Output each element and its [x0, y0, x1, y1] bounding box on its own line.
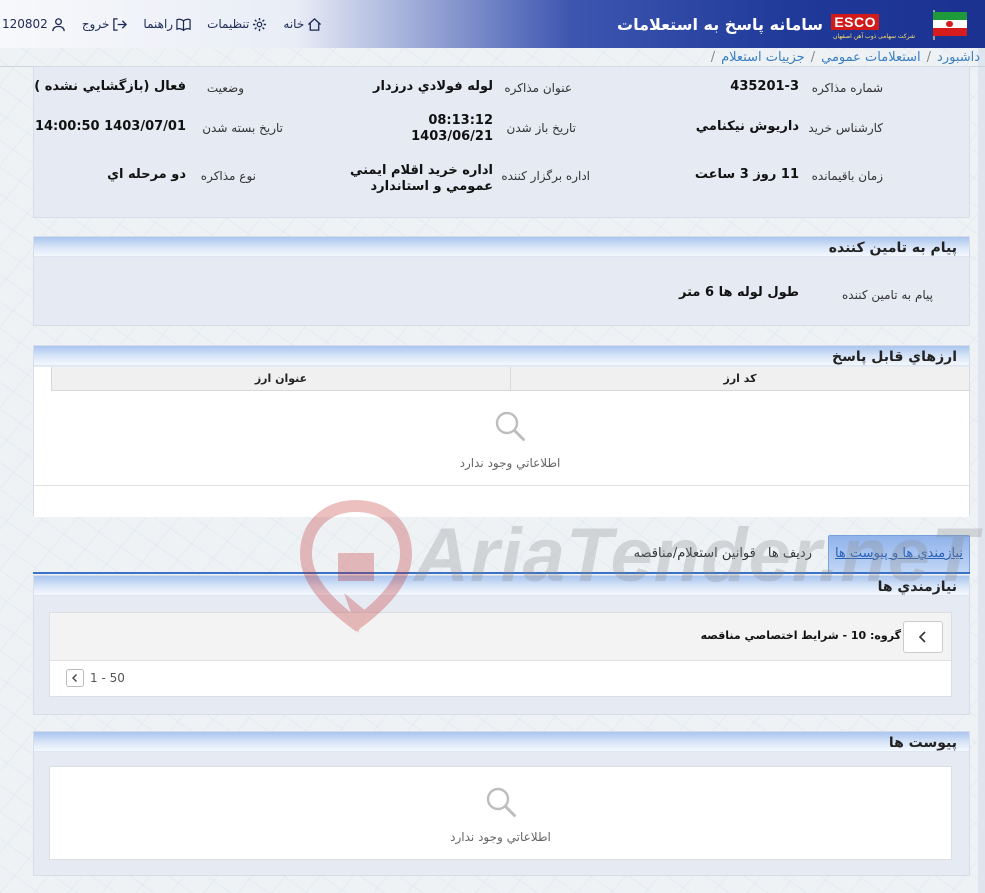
- table-header: كد ارز عنوان ارز: [51, 367, 969, 391]
- negotiation-title-value: لوله فولادي درزدار: [372, 79, 493, 94]
- panel-title: پيوست ها: [34, 732, 969, 752]
- tab-inquiry-rules[interactable]: قوانين استعلام/مناقصه: [628, 535, 762, 573]
- details-row: كارشناس خريد داريوش نيكنامي تاريخ باز شد…: [32, 113, 969, 155]
- home-label: خانه: [283, 17, 305, 31]
- open-date-label: تاريخ باز شدن: [506, 121, 576, 135]
- group-row[interactable]: گروه: 10 - شرايط اختصاصي مناقصه: [50, 613, 951, 661]
- open-date-value: 1403/06/21: [411, 129, 493, 144]
- organizer-value-line1: اداره خريد اقلام ايمني: [349, 163, 493, 178]
- company-logo-subtitle: شرکت سهامی ذوب آهن اصفهان: [833, 33, 915, 40]
- user-account[interactable]: 120802: [0, 17, 72, 32]
- pager-range: 1 - 50: [90, 671, 125, 685]
- attachments-list: اطلاعاتي وجود ندارد: [49, 766, 952, 860]
- negotiation-type-label: نوع مذاكره: [200, 169, 256, 183]
- breadcrumb-separator: /: [810, 49, 816, 65]
- header-nav: 120802 خروج راهنما تنظیمات خانه: [0, 0, 328, 48]
- currencies-panel: ارزهاي قابل پاسخ كد ارز عنوان ارز اطلاعا…: [33, 345, 970, 517]
- negotiation-type-value: دو مرحله اي: [107, 167, 186, 182]
- requirements-grid: گروه: 10 - شرايط اختصاصي مناقصه 1 - 50: [49, 612, 952, 697]
- supplier-message-value: طول لوله ها 6 متر: [679, 285, 799, 300]
- column-header-currency-code[interactable]: كد ارز: [510, 367, 969, 390]
- open-time-value: 08:13:12: [428, 113, 493, 128]
- book-icon: [176, 18, 191, 31]
- organizer-value-line2: عمومي و استاندارد: [370, 179, 493, 194]
- organizer-label: اداره برگزار كننده: [501, 169, 590, 183]
- pager-prev-button[interactable]: [66, 669, 84, 687]
- empty-state: اطلاعاتي وجود ندارد: [51, 391, 969, 485]
- details-row: شماره مذاکره 435201-3 عنوان مذاكره لوله …: [32, 75, 969, 115]
- currencies-table: كد ارز عنوان ارز اطلاعاتي وجود ندارد: [34, 367, 969, 517]
- negotiation-number-value: 435201-3: [730, 79, 799, 94]
- table-footer: [34, 485, 969, 517]
- breadcrumb: ه داشبورد / استعلامات عمومي / جزييات است…: [0, 48, 985, 66]
- expand-group-button[interactable]: [903, 621, 943, 653]
- details-row: زمان باقيمانده 11 روز 3 ساعت اداره برگزا…: [32, 161, 969, 201]
- help-label: راهنما: [143, 17, 174, 31]
- supplier-message-panel: پيام به تامين كننده پيام به تامين كننده …: [33, 236, 970, 326]
- close-date-value: 1403/07/01 14:00:50: [34, 119, 186, 134]
- buyer-expert-label: كارشناس خريد: [808, 121, 883, 135]
- flag-icon: [933, 12, 967, 36]
- search-icon: [495, 411, 525, 441]
- user-icon: [52, 17, 65, 31]
- app-header: 120802 خروج راهنما تنظیمات خانه سامانه پ…: [0, 0, 985, 48]
- logout-button[interactable]: خروج: [76, 17, 134, 32]
- requirements-panel: نيازمندي ها گروه: 10 - شرايط اختصاصي منا…: [33, 575, 970, 715]
- brand-area: سامانه پاسخ به استعلامات ESCO شرکت سهامی…: [617, 0, 985, 48]
- settings-label: تنظیمات: [207, 17, 250, 31]
- chevron-left-icon: [918, 631, 926, 643]
- company-logo: ESCO: [831, 14, 879, 30]
- status-label: وضعيت: [206, 81, 244, 95]
- group-label: گروه: 10 - شرايط اختصاصي مناقصه: [700, 629, 901, 642]
- logout-icon: [113, 17, 128, 31]
- tab-requirements-attachments[interactable]: نيازمندي ها و پيوست ها: [827, 535, 970, 573]
- tab-rows[interactable]: رديف ها: [762, 535, 818, 573]
- remaining-time-value: 11 روز 3 ساعت: [694, 167, 799, 182]
- user-id-label: 120802: [2, 17, 48, 31]
- logout-label: خروج: [81, 17, 110, 31]
- attachments-panel: پيوست ها اطلاعاتي وجود ندارد: [33, 731, 970, 876]
- breadcrumb-separator: /: [926, 49, 932, 65]
- panel-title: نيازمندي ها: [34, 576, 969, 596]
- home-button[interactable]: خانه: [277, 17, 328, 32]
- gear-icon: [253, 17, 267, 31]
- help-button[interactable]: راهنما: [137, 17, 197, 32]
- empty-state-text: اطلاعاتي وجود ندارد: [450, 830, 551, 844]
- panel-title: ارزهاي قابل پاسخ: [34, 346, 969, 366]
- tab-underline: [33, 572, 970, 574]
- inquiry-details-panel: شماره مذاکره 435201-3 عنوان مذاكره لوله …: [33, 66, 970, 218]
- breadcrumb-inquiry-details[interactable]: جزييات استعلام: [721, 50, 805, 65]
- column-header-currency-title[interactable]: عنوان ارز: [51, 367, 510, 390]
- buyer-expert-value: داريوش نيكنامي: [695, 119, 799, 134]
- settings-button[interactable]: تنظیمات: [201, 17, 273, 32]
- breadcrumb-public-inquiries[interactable]: استعلامات عمومي: [821, 50, 921, 65]
- status-value: فعال (بازگشايي نشده ): [34, 79, 186, 94]
- breadcrumb-separator: /: [710, 49, 716, 65]
- negotiation-number-label: شماره مذاکره: [811, 81, 883, 95]
- supplier-message-label: پيام به تامين كننده: [842, 288, 933, 302]
- negotiation-title-label: عنوان مذاكره: [504, 81, 572, 95]
- remaining-time-label: زمان باقيمانده: [811, 169, 883, 183]
- scrollbar-track[interactable]: [978, 48, 985, 893]
- close-date-label: تاريخ بسته شدن: [202, 121, 283, 135]
- chevron-left-icon: [72, 674, 77, 682]
- pager: 1 - 50: [50, 661, 951, 697]
- empty-state-text: اطلاعاتي وجود ندارد: [459, 456, 561, 470]
- search-icon: [486, 787, 516, 817]
- breadcrumb-dashboard[interactable]: ه داشبورد: [937, 50, 985, 65]
- tab-bar: نيازمندي ها و پيوست ها رديف ها قوانين اس…: [15, 535, 970, 573]
- app-title: سامانه پاسخ به استعلامات: [617, 15, 823, 34]
- panel-title: پيام به تامين كننده: [34, 237, 969, 257]
- home-icon: [308, 17, 322, 31]
